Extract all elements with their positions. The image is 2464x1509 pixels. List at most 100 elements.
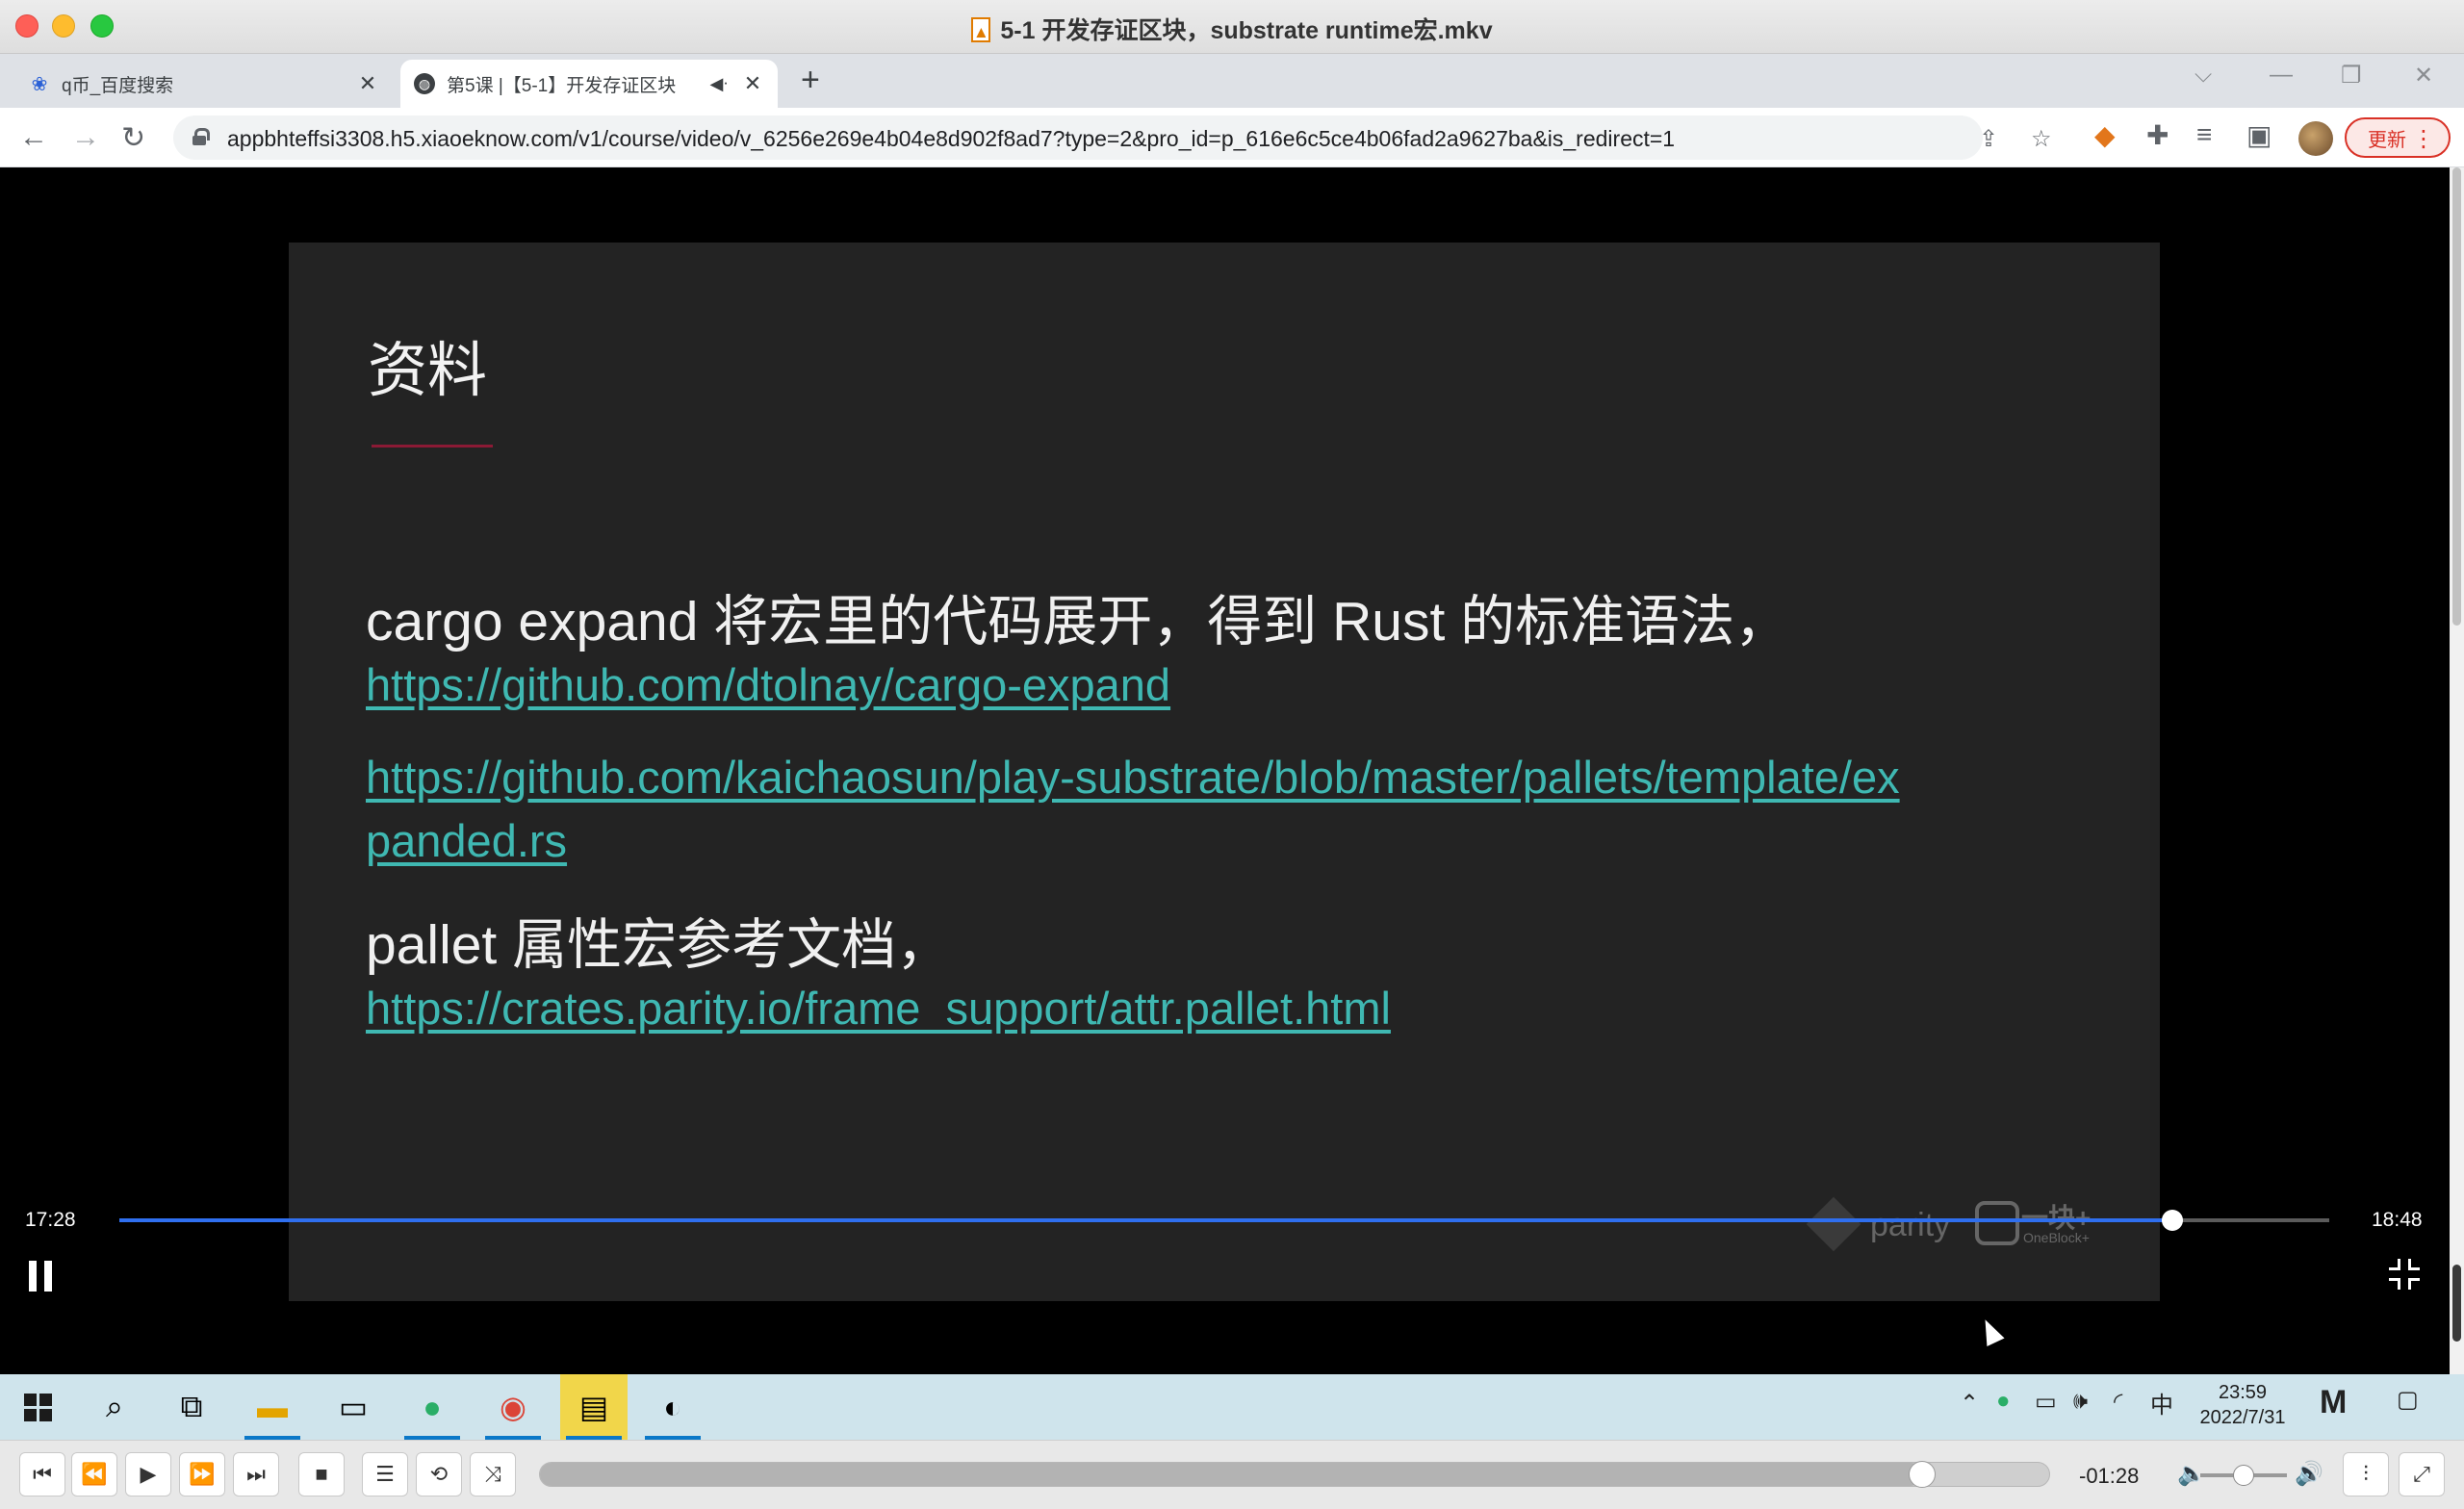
pause-icon[interactable] bbox=[27, 1261, 56, 1292]
close-tab-icon[interactable]: ✕ bbox=[741, 71, 764, 96]
tab-course-video[interactable]: ◍ 第5课 |【5-1】开发存证区块 ◀ᐧ ✕ bbox=[400, 60, 778, 108]
wifi-icon[interactable]: ◜ bbox=[2114, 1388, 2122, 1416]
duration-time: 18:48 bbox=[2372, 1209, 2423, 1231]
minimize-icon[interactable]: — bbox=[2270, 62, 2293, 89]
parity-watermark-text: parity bbox=[1870, 1207, 1951, 1243]
ime-indicator[interactable]: 中 bbox=[2150, 1386, 2173, 1419]
equalizer-icon[interactable]: ⫶ bbox=[2343, 1452, 2389, 1496]
tray-chevron-up-icon[interactable]: ⌃ bbox=[1960, 1390, 1979, 1418]
windows-taskbar: ⌕ ⧉ ▬ ▭ ● ◉ ▤ ◐ ⌃ ● ▭ 🕪 ◜ 中 23:59 2022/7… bbox=[0, 1374, 2464, 1440]
slide-link-play-substrate-cont: panded.rs bbox=[366, 815, 568, 866]
tab-strip: ❀ q币_百度搜索 ✕ ◍ 第5课 |【5-1】开发存证区块 ◀ᐧ ✕ bbox=[0, 54, 2464, 108]
play-icon[interactable]: ▶ bbox=[125, 1452, 171, 1496]
windows-start-icon[interactable] bbox=[4, 1374, 71, 1440]
taskbar-clock[interactable]: 23:59 2022/7/31 bbox=[2175, 1380, 2310, 1430]
rewind-icon[interactable]: ⏪ bbox=[71, 1452, 117, 1496]
extensions-puzzle-icon[interactable]: ✚ bbox=[2146, 119, 2169, 151]
oneblock-watermark: 一块+ OneBlock+ bbox=[1975, 1197, 2110, 1251]
oneblock-logo-icon bbox=[1975, 1201, 2019, 1245]
speaker-icon[interactable]: ◀ᐧ bbox=[710, 74, 728, 94]
skip-previous-icon[interactable]: ⏮ bbox=[19, 1452, 65, 1496]
playlist-icon[interactable]: ☰ bbox=[362, 1452, 408, 1496]
media-seek-handle[interactable] bbox=[1909, 1461, 1937, 1488]
tab-baidu-search[interactable]: ❀ q币_百度搜索 ✕ bbox=[15, 60, 393, 108]
bookmark-star-icon[interactable]: ☆ bbox=[2031, 125, 2052, 153]
window-titlebar: 5-1 开发存证区块，substrate runtime宏.mkv bbox=[0, 0, 2464, 54]
close-icon[interactable]: ✕ bbox=[2414, 62, 2433, 90]
media-player-controls: ⏮ ⏪ ▶ ⏩ ⏭ ■ ☰ ⟲ ⤨ -01:28 🔈 🔊 ⫶ ⤢ bbox=[0, 1440, 2464, 1509]
kebab-menu-icon: ⋮ bbox=[2412, 126, 2435, 152]
m-app-icon[interactable]: M bbox=[2320, 1384, 2347, 1421]
restore-icon[interactable]: ❐ bbox=[2341, 62, 2362, 90]
globe-icon: ◍ bbox=[414, 73, 435, 94]
video-progress-handle[interactable] bbox=[2161, 1210, 2183, 1231]
obs-icon[interactable]: ◐ bbox=[639, 1374, 706, 1440]
volume-icon[interactable]: 🕪 bbox=[2073, 1388, 2088, 1415]
wechat-icon[interactable]: ● bbox=[398, 1374, 466, 1440]
tab-search-chevron-icon[interactable]: ⌵ bbox=[2194, 62, 2212, 89]
slide-line-pallet: pallet 属性宏参考文档， bbox=[366, 914, 952, 976]
side-panel-icon[interactable]: ▣ bbox=[2246, 119, 2272, 151]
notification-icon[interactable]: ▢ bbox=[2397, 1386, 2419, 1414]
page-scrollbar-thumb[interactable] bbox=[2452, 167, 2461, 626]
share-icon[interactable]: ⇪ bbox=[1979, 125, 1998, 153]
reload-icon[interactable]: ↻ bbox=[121, 121, 145, 155]
url-text[interactable]: appbhteffsi3308.h5.xiaoeknow.com/v1/cour… bbox=[227, 126, 1675, 152]
back-arrow-icon[interactable]: ← bbox=[19, 121, 48, 154]
slide-link-cargo-expand: https://github.com/dtolnay/cargo-expand bbox=[366, 659, 1171, 710]
window-title: 5-1 开发存证区块，substrate runtime宏.mkv bbox=[0, 12, 2464, 46]
tab-label: 第5课 |【5-1】开发存证区块 bbox=[447, 75, 677, 96]
slide-title: 资料 bbox=[368, 338, 488, 404]
media-seek-fill bbox=[540, 1463, 1923, 1486]
current-time: 17:28 bbox=[25, 1209, 76, 1231]
clock-date: 2022/7/31 bbox=[2199, 1407, 2286, 1428]
page-scrollbar[interactable] bbox=[2450, 167, 2464, 1374]
window-title-text: 5-1 开发存证区块，substrate runtime宏.mkv bbox=[1000, 17, 1493, 44]
skip-next-icon[interactable]: ⏭ bbox=[233, 1452, 279, 1496]
mouse-cursor-icon bbox=[1976, 1315, 2005, 1347]
oneblock-en-text: OneBlock+ bbox=[2023, 1230, 2090, 1245]
lock-icon bbox=[192, 128, 210, 145]
stop-icon[interactable]: ■ bbox=[298, 1452, 345, 1496]
slide-link-play-substrate: https://github.com/kaichaosun/play-subst… bbox=[366, 752, 1900, 803]
update-button[interactable]: 更新 ⋮ bbox=[2345, 117, 2451, 158]
parity-watermark: parity bbox=[1806, 1196, 1951, 1252]
video-progress-fill bbox=[119, 1218, 2172, 1222]
file-explorer-icon[interactable]: ▬ bbox=[239, 1374, 306, 1440]
chrome-icon[interactable]: ◉ bbox=[479, 1374, 547, 1440]
volume-slider-handle[interactable] bbox=[2233, 1465, 2254, 1486]
reading-list-icon[interactable]: ≡ bbox=[2196, 119, 2212, 150]
address-bar[interactable]: appbhteffsi3308.h5.xiaoeknow.com/v1/cour… bbox=[173, 115, 2052, 160]
repeat-icon[interactable]: ⟲ bbox=[416, 1452, 462, 1496]
video-file-icon bbox=[971, 17, 991, 42]
shuffle-icon[interactable]: ⤨ bbox=[470, 1452, 516, 1496]
volume-high-icon[interactable]: 🔊 bbox=[2295, 1460, 2323, 1488]
forward-arrow-icon[interactable]: → bbox=[71, 121, 100, 154]
tray-wechat-icon[interactable]: ● bbox=[1996, 1388, 2011, 1415]
search-icon[interactable]: ⌕ bbox=[81, 1374, 148, 1440]
video-player[interactable]: 资料 cargo expand 将宏里的代码展开，得到 Rust 的标准语法， … bbox=[0, 167, 2450, 1374]
volume-slider[interactable] bbox=[2200, 1465, 2287, 1486]
parity-logo-icon bbox=[1806, 1196, 1861, 1252]
battery-icon[interactable]: ▭ bbox=[2035, 1388, 2057, 1416]
lecture-slide: 资料 cargo expand 将宏里的代码展开，得到 Rust 的标准语法， … bbox=[289, 243, 2160, 1301]
page-scrollbar-lower bbox=[2452, 1265, 2461, 1342]
profile-avatar[interactable] bbox=[2298, 121, 2333, 156]
close-tab-icon[interactable]: ✕ bbox=[356, 71, 379, 96]
terminal-icon[interactable]: ▭ bbox=[320, 1374, 387, 1440]
clock-time: 23:59 bbox=[2218, 1382, 2268, 1403]
baidu-paw-icon: ❀ bbox=[31, 73, 48, 95]
update-label: 更新 bbox=[2368, 129, 2406, 151]
new-tab-button[interactable]: + bbox=[801, 62, 820, 99]
media-player-app-icon[interactable]: ▤ bbox=[560, 1374, 628, 1440]
tab-label: q币_百度搜索 bbox=[62, 75, 174, 96]
metamask-fox-icon[interactable]: ◆ bbox=[2094, 119, 2116, 151]
video-progress-bar[interactable] bbox=[119, 1210, 2329, 1231]
task-view-icon[interactable]: ⧉ bbox=[158, 1374, 225, 1440]
fast-forward-icon[interactable]: ⏩ bbox=[179, 1452, 225, 1496]
media-seek-bar[interactable] bbox=[539, 1461, 2050, 1488]
slide-title-underline bbox=[372, 445, 493, 448]
slide-link-frame-support: https://crates.parity.io/frame_support/a… bbox=[366, 983, 1391, 1034]
exit-fullscreen-icon[interactable] bbox=[2389, 1259, 2420, 1290]
fullscreen-icon[interactable]: ⤢ bbox=[2399, 1452, 2445, 1496]
